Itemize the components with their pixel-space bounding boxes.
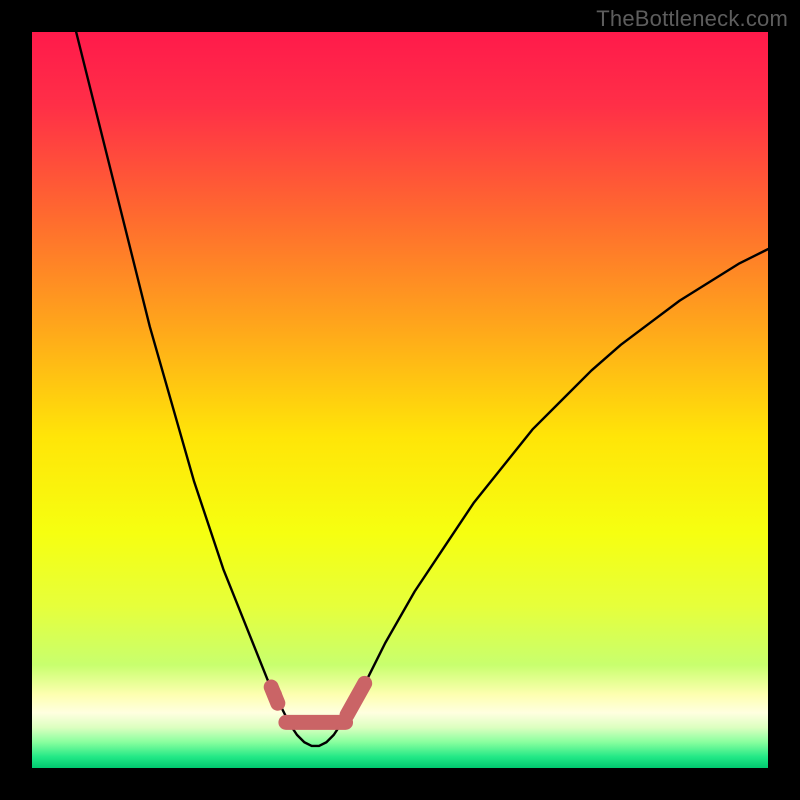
curve-bottom-highlight (268, 683, 365, 722)
watermark-text: TheBottleneck.com (596, 6, 788, 32)
curve-layer (32, 32, 768, 768)
bottleneck-curve (76, 32, 768, 746)
chart-frame: TheBottleneck.com (0, 0, 800, 800)
highlight-dot (268, 687, 282, 701)
plot-area (32, 32, 768, 768)
highlight-segment (347, 683, 365, 715)
